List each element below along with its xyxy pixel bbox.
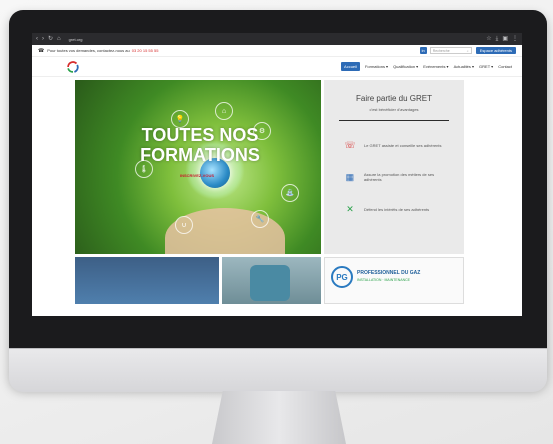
tools-icon: 🔧: [251, 210, 269, 228]
nav-gret[interactable]: GRET ▾: [479, 64, 493, 69]
monitor-stand: [212, 391, 346, 444]
pg-subtitle: INSTALLATION · MAINTENANCE: [357, 278, 410, 282]
pipe-icon: ∪: [175, 216, 193, 234]
download-icon[interactable]: ⤓: [496, 36, 499, 42]
panel-row-text: Le GRET assiste et conseille ses adhéren…: [364, 142, 442, 148]
page-content: 💡 ⌂ ⚙ 🌡 ⛲ ∪ 🔧 TOUTES NOS FORMATIONS INSC…: [32, 77, 522, 304]
nav-contact[interactable]: Contact: [498, 64, 512, 69]
nav-accueil[interactable]: Accueil: [341, 62, 360, 71]
panel-title: Faire partie du GRET: [355, 94, 433, 103]
browser-actions: ☆ ⤓ ▣ ⋮: [486, 36, 518, 42]
news-thumbnail[interactable]: [75, 257, 219, 304]
member-area-button[interactable]: Espace adhérents: [475, 47, 516, 54]
back-icon[interactable]: ‹: [36, 36, 38, 42]
faucet-icon: ⛲: [281, 184, 299, 202]
pg-promo-card[interactable]: PG PROFESSIONNEL DU GAZ INSTALLATION · M…: [324, 257, 464, 304]
home-icon[interactable]: ⌂: [57, 36, 61, 42]
panel-row-text: Défend les intérêts de ses adhérents: [364, 206, 430, 212]
main-nav: Accueil Formations ▾ Qualification ▾ Evé…: [32, 57, 522, 77]
search-placeholder: Recherche: [432, 48, 450, 53]
contact-text: Pour toutes vos demandes, contactez-nous…: [47, 48, 130, 53]
house-icon: ⌂: [215, 102, 233, 120]
monitor-chin: [9, 348, 547, 392]
screen: ‹ › ↻ ⌂ gret.org ☆ ⤓ ▣ ⋮ ☎ Pour toutes v…: [32, 33, 522, 316]
star-icon[interactable]: ☆: [486, 36, 491, 42]
nav-actualites[interactable]: Actualités ▾: [454, 64, 474, 69]
hero-title: TOUTES NOS FORMATIONS: [140, 125, 260, 165]
scene: ‹ › ↻ ⌂ gret.org ☆ ⤓ ▣ ⋮ ☎ Pour toutes v…: [0, 0, 553, 444]
address-bar[interactable]: gret.org: [65, 37, 483, 42]
search-input[interactable]: Recherche ⌕: [429, 47, 472, 54]
hero-cta[interactable]: INSCRIVEZ-VOUS: [180, 173, 214, 178]
hero-banner[interactable]: 💡 ⌂ ⚙ 🌡 ⛲ ∪ 🔧 TOUTES NOS FORMATIONS INSC…: [75, 80, 321, 254]
pg-logo-icon: PG: [331, 266, 353, 288]
linkedin-icon[interactable]: in: [419, 47, 427, 54]
boiler-thumbnail[interactable]: [222, 257, 321, 304]
membership-panel: Faire partie du GRET c'est bénéficier d'…: [324, 80, 464, 254]
panel-subtitle: c'est bénéficier d'avantages: [369, 107, 419, 112]
panel-row-promote: ▦ Assure la promotion des métiers de ses…: [342, 169, 452, 185]
boiler-image: [250, 265, 290, 301]
phone-icon: ☎: [38, 47, 45, 54]
tabs-icon[interactable]: ▣: [502, 36, 508, 42]
promotion-icon: ▦: [345, 171, 355, 182]
panel-row-text: Assure la promotion des métiers de ses a…: [363, 172, 435, 182]
support-icon: ☏: [344, 139, 356, 150]
panel-row-assist: ☏ Le GRET assiste et conseille ses adhér…: [342, 137, 452, 153]
nav-formations[interactable]: Formations ▾: [365, 64, 388, 69]
reload-icon[interactable]: ↻: [48, 36, 53, 42]
defense-icon: ✕: [346, 203, 354, 214]
nav-evenements[interactable]: Evénements ▾: [423, 64, 448, 69]
phone-link[interactable]: 03 20 15 55 55: [132, 48, 159, 53]
forward-icon[interactable]: ›: [42, 36, 44, 42]
panel-divider: [339, 120, 449, 121]
browser-toolbar: ‹ › ↻ ⌂ gret.org ☆ ⤓ ▣ ⋮: [32, 33, 522, 45]
search-icon[interactable]: ⌕: [467, 49, 469, 53]
site-topbar: ☎ Pour toutes vos demandes, contactez-no…: [32, 45, 522, 57]
panel-row-defend: ✕ Défend les intérêts de ses adhérents: [342, 201, 452, 217]
gret-logo[interactable]: [66, 60, 80, 74]
nav-qualification[interactable]: Qualification ▾: [393, 64, 418, 69]
pg-title: PROFESSIONNEL DU GAZ: [357, 270, 421, 276]
menu-icon[interactable]: ⋮: [512, 36, 518, 42]
